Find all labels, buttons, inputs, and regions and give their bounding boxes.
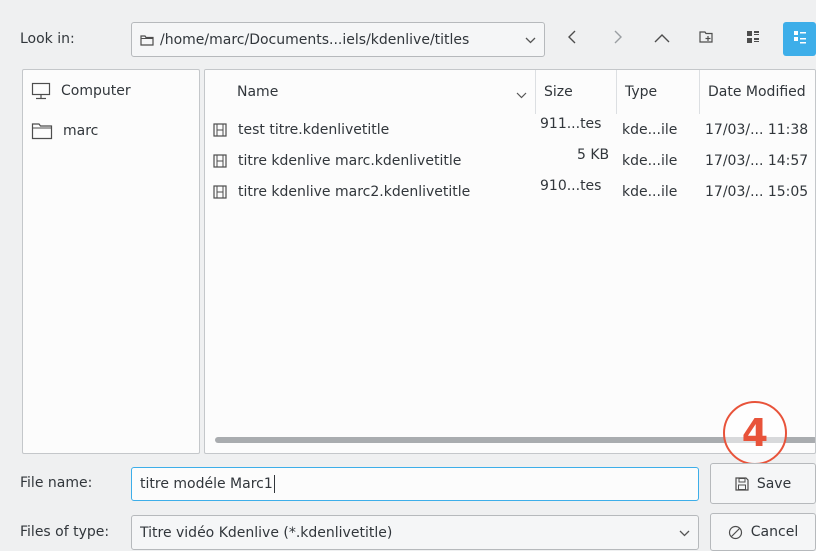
place-label: Computer [61,83,131,99]
file-type: kde...ile [622,122,678,138]
cancel-button-label: Cancel [750,524,799,540]
file-size: 910...tes [540,178,602,194]
file-icon [213,185,227,203]
table-row[interactable]: test titre.kdenlivetitle 911...tes kde..… [205,115,815,146]
table-row[interactable]: titre kdenlive marc.kdenlivetitle 5 KB k… [205,146,815,177]
column-header-size[interactable]: Size [536,70,617,114]
place-marc[interactable]: marc [23,116,199,146]
save-icon [735,476,749,491]
step-marker: 4 [723,401,787,465]
back-button[interactable] [557,24,587,54]
table-row[interactable]: titre kdenlive marc2.kdenlivetitle 910..… [205,177,815,208]
column-label: Size [544,84,573,100]
file-size: 5 KB [577,147,610,163]
column-header-type[interactable]: Type [617,70,700,114]
file-date: 17/03/... 14:57 [705,153,809,169]
place-label: marc [63,123,99,139]
file-icon [213,123,227,141]
computer-icon [31,82,51,100]
column-label: Type [625,84,658,100]
file-type-label: Files of type: [20,524,110,540]
forward-button[interactable] [603,24,633,54]
cancel-icon [728,525,743,540]
save-button-label: Save [756,475,792,492]
detail-view-icon [792,29,808,49]
file-name: titre kdenlive marc2.kdenlivetitle [238,184,471,200]
file-date: 17/03/... 11:38 [705,122,809,138]
detail-view-button[interactable] [783,22,816,56]
save-button[interactable]: Save [710,463,816,504]
step-number: 4 [741,411,769,455]
place-computer[interactable]: Computer [23,76,199,106]
file-type: kde...ile [622,184,678,200]
column-label: Date Modified [708,84,806,100]
icon-view-button[interactable] [738,24,768,54]
new-folder-button[interactable] [692,24,722,54]
chevron-down-icon [525,33,536,47]
parent-folder-button[interactable] [647,24,677,54]
look-in-combo[interactable]: /home/marc/Documents...iels/kdenlive/tit… [131,22,545,57]
file-type: kde...ile [622,153,678,169]
column-header-name[interactable]: Name [205,70,536,114]
file-type-value: Titre vidéo Kdenlive (*.kdenlivetitle) [140,524,393,541]
text-cursor [273,475,275,493]
file-name: titre kdenlive marc.kdenlivetitle [238,153,462,169]
chevron-up-icon [654,31,670,47]
chevron-left-icon [567,30,577,48]
column-header-date[interactable]: Date Modified [700,70,815,114]
file-size: 911...tes [540,116,602,132]
column-label: Name [237,84,279,100]
file-name-input[interactable]: titre modéle Marc1 [131,467,699,501]
file-icon [213,154,227,172]
new-folder-icon [699,30,715,48]
folder-icon [140,34,154,46]
look-in-path: /home/marc/Documents...iels/kdenlive/tit… [160,31,470,48]
chevron-down-icon [679,526,690,540]
chevron-right-icon [613,30,623,48]
file-date: 17/03/... 15:05 [705,184,809,200]
file-name: test titre.kdenlivetitle [238,122,390,138]
sort-chevron-icon [516,87,527,103]
file-name-value: titre modéle Marc1 [140,476,273,492]
places-panel: Computer marc [22,69,200,454]
file-name-label: File name: [20,475,93,491]
folder-icon [31,122,53,140]
cancel-button[interactable]: Cancel [710,513,816,551]
look-in-label: Look in: [20,31,75,47]
file-list-panel: Name Size Type Date Modified test titre.… [204,69,816,454]
icon-view-icon [745,29,761,49]
file-type-combo[interactable]: Titre vidéo Kdenlive (*.kdenlivetitle) [131,515,699,550]
